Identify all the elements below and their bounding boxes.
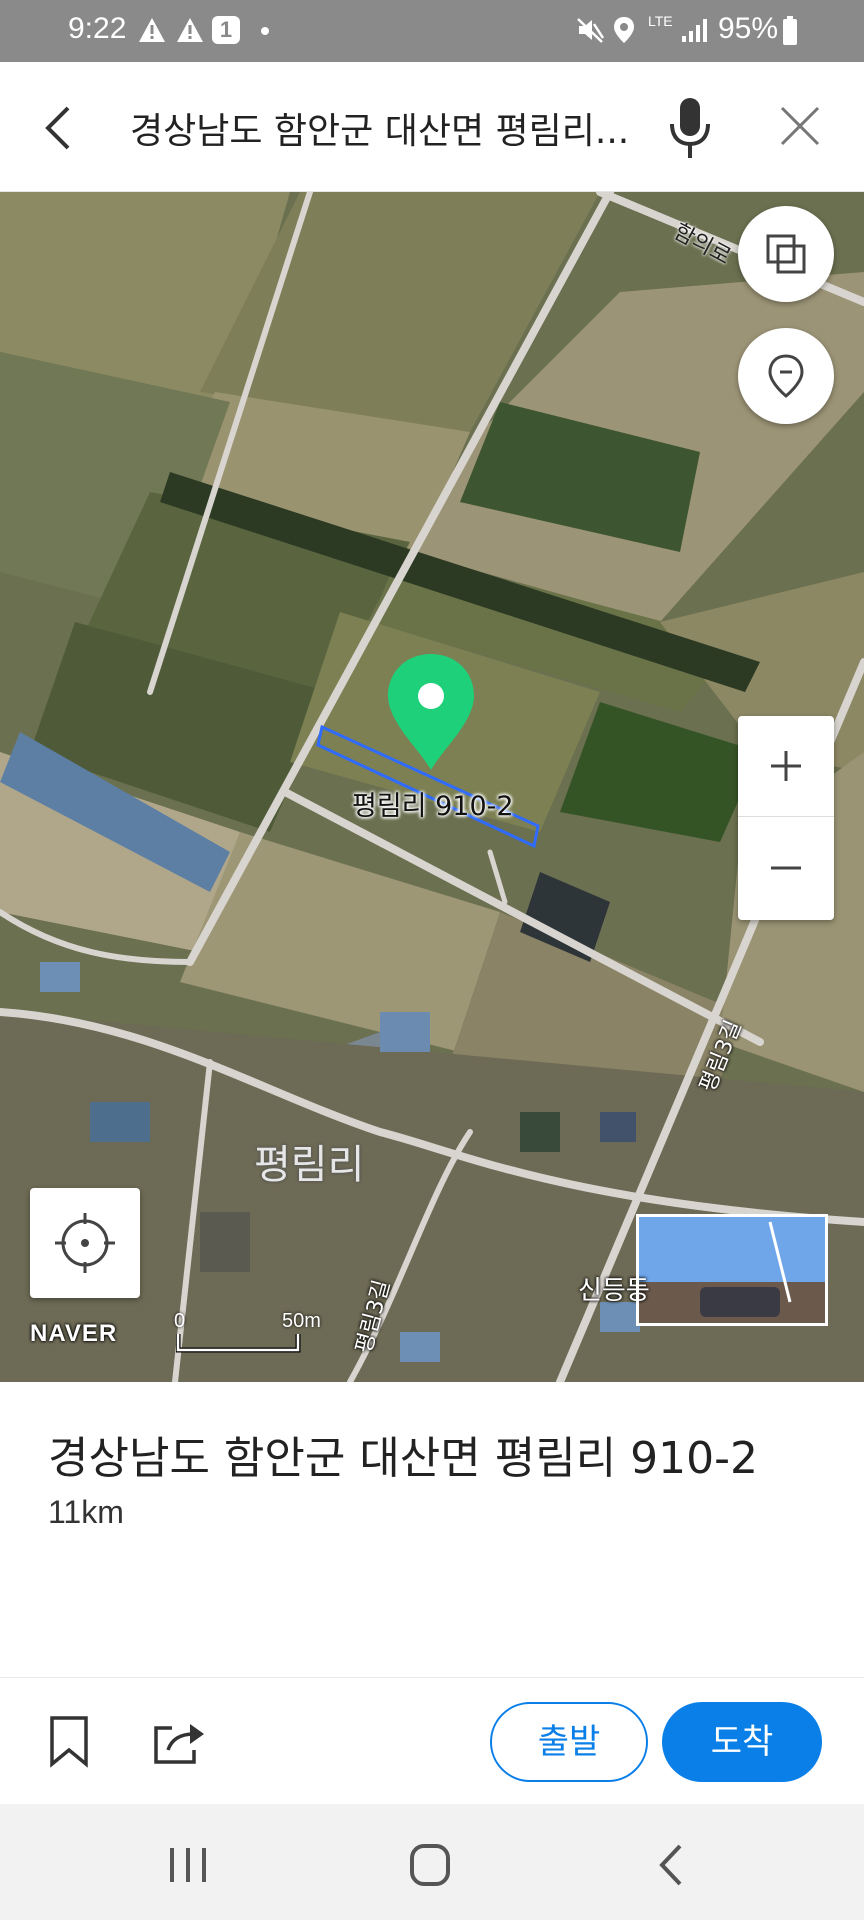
signal-icon [682,19,707,42]
search-query-text[interactable]: 경상남도 함안군 대산면 평림리... [130,102,660,154]
building [40,962,80,992]
building [600,1112,636,1142]
dot-icon [261,27,269,35]
layers-icon [766,234,806,274]
network-type: LTE [648,13,673,29]
back-button[interactable] [34,98,88,158]
location-icon [614,17,634,43]
zoom-out-button[interactable] [738,818,834,920]
warning-icon [177,18,203,42]
scale-max-label: 50m [282,1310,321,1332]
building [520,1112,560,1152]
share-icon [154,1724,204,1764]
home-icon [410,1844,450,1886]
depart-button[interactable]: 출발 [490,1702,648,1782]
marker-label[interactable]: 평림리 910-2 [352,784,514,823]
microphone-icon [670,98,710,158]
building [380,1012,430,1052]
close-icon [780,106,820,146]
save-button[interactable] [44,1714,94,1770]
place-info-panel[interactable]: 경상남도 함안군 대산면 평림리 910-2 11km [0,1382,864,1678]
voice-search-button[interactable] [664,94,716,164]
building [90,1102,150,1142]
search-header: 경상남도 함안군 대산면 평림리... [0,62,864,192]
action-bar: 출발 도착 [0,1678,864,1804]
mute-icon [577,18,604,43]
arrive-button[interactable]: 도착 [662,1702,822,1782]
system-back-button[interactable] [642,1840,702,1890]
minus-icon [771,866,801,870]
building [400,1332,440,1362]
zoom-control [738,716,834,920]
back-icon [659,1844,682,1886]
battery-percent: 95% [718,12,779,45]
plus-icon [771,751,801,781]
warning-icon [139,18,165,42]
status-time: 9:22 [68,12,127,45]
map-layers-button[interactable] [738,206,834,302]
share-button[interactable] [150,1718,208,1768]
location-pin-icon [768,354,804,398]
notification-badge: 1 [212,16,240,44]
building [200,1212,250,1272]
my-location-button[interactable] [30,1188,140,1298]
recent-apps-button[interactable] [158,1840,218,1890]
close-button[interactable] [774,100,826,152]
place-distance: 11km [48,1494,124,1530]
status-bar: 9:22 1 LTE 95% [0,0,864,62]
satellite-map[interactable]: 평림리 평림3길 평림3길 함의로 신등등 평림리 910-2 NAVER 0 … [0,192,864,1382]
battery-icon [783,16,797,45]
recent-apps-icon [170,1848,206,1882]
place-pin-button[interactable] [738,328,834,424]
street-view-thumbnail[interactable] [636,1214,828,1326]
place-address: 경상남도 함안군 대산면 평림리 910-2 [48,1433,759,1484]
home-button[interactable] [400,1840,460,1890]
back-arrow-icon [45,106,70,150]
zoom-in-button[interactable] [738,716,834,817]
system-nav-bar [0,1804,864,1920]
scale-min-label: 0 [174,1310,186,1332]
village-label: 평림리 [254,1142,365,1188]
naver-logo: NAVER [30,1320,118,1347]
crosshair-icon [55,1213,115,1273]
screen: 9:22 1 LTE 95% 경상남도 함안군 대산면 평림리... 평림리 평… [0,0,864,1920]
bookmark-icon [50,1716,88,1768]
